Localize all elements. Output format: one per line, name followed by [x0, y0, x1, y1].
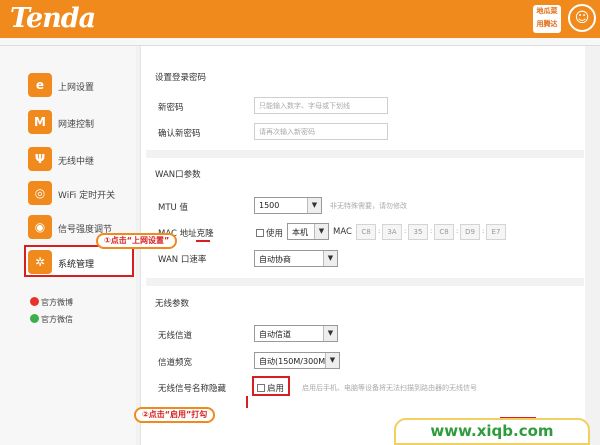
speed-icon: M [28, 110, 52, 134]
ie-icon: e [28, 73, 52, 97]
mac-separator: : [378, 227, 381, 235]
mac-octet-2[interactable]: 3A [382, 224, 402, 240]
signal-icon: ◉ [28, 215, 52, 239]
mac-clone-option[interactable]: 使用 [256, 227, 283, 239]
sidebar-item-label: 系统管理 [58, 260, 95, 270]
wan-rate-value: 自动协商 [259, 255, 291, 264]
sidebar-item-system-management[interactable]: ✲ 系统管理 [24, 245, 134, 277]
section-divider [146, 150, 584, 158]
mac-octet-1[interactable]: C8 [356, 224, 376, 240]
sidebar-item-label: 上网设置 [58, 83, 95, 93]
section-divider [146, 278, 584, 286]
social-label: 官方微博 [41, 298, 73, 307]
new-password-input[interactable]: 只能输入数字、字母或下划线 [254, 97, 388, 114]
top-header: Tenda 地瓜菜 用腾达 ☺ [0, 0, 600, 38]
chevron-down-icon: ▼ [314, 224, 328, 239]
sidebar-item-internet-settings[interactable]: e 上网设置 [28, 72, 128, 100]
mac-clone-checkbox[interactable] [256, 229, 264, 237]
wifi-timer-icon: ◎ [28, 181, 52, 205]
site-watermark: www.xiqb.com [394, 418, 590, 445]
hide-ssid-label: 无线信号名称隐藏 [158, 384, 227, 394]
sidebar-item-label: 网速控制 [58, 120, 95, 130]
hide-ssid-checkbox[interactable] [257, 384, 265, 392]
sidebar-item-wifi-timer[interactable]: ◎ WiFi 定时开关 [28, 180, 128, 208]
mac-separator: : [430, 227, 433, 235]
bandwidth-select[interactable]: 自动(150M/300M) ▼ [254, 352, 340, 369]
header-subbar [0, 38, 600, 46]
mtu-value: 1500 [259, 201, 280, 210]
mac-separator: : [404, 227, 407, 235]
annotation-step-1-line [196, 240, 210, 242]
mtu-hint: 非无特殊需要，请勿修改 [330, 202, 407, 210]
wan-section-title: WAN口参数 [155, 170, 201, 180]
antenna-icon: Ψ [28, 147, 52, 171]
mac-use-label: 使用 [266, 229, 284, 239]
bandwidth-value: 自动(150M/300M) [259, 357, 329, 366]
promo-badge[interactable]: 地瓜菜 用腾达 [533, 5, 561, 33]
weibo-icon [30, 297, 39, 306]
mac-prefix-label: MAC [333, 227, 352, 237]
channel-label: 无线信道 [158, 331, 193, 341]
emblem-icon[interactable]: ☺ [568, 4, 596, 32]
mac-octet-5[interactable]: D9 [460, 224, 480, 240]
chevron-down-icon: ▼ [323, 326, 337, 341]
wireless-section-title: 无线参数 [155, 299, 190, 309]
chevron-down-icon: ▼ [307, 198, 321, 213]
mac-octet-6[interactable]: E7 [486, 224, 506, 240]
bandwidth-label: 信道频宽 [158, 358, 193, 368]
chevron-down-icon: ▼ [325, 353, 339, 368]
confirm-password-input[interactable]: 请再次输入新密码 [254, 123, 388, 140]
annotation-step-2: ②点击“启用”打勾 [134, 407, 216, 423]
annotation-step-2-line [246, 396, 248, 408]
confirm-password-label: 确认新密码 [158, 129, 201, 139]
promo-line-1: 地瓜菜 [536, 7, 558, 15]
social-label: 官方微信 [41, 315, 73, 324]
mtu-input[interactable]: 1500 ▼ [254, 197, 322, 214]
channel-select[interactable]: 自动信道 ▼ [254, 325, 338, 342]
mac-separator: : [482, 227, 485, 235]
gear-icon: ✲ [28, 250, 52, 274]
hide-ssid-hint: 启用后手机、电脑等设备将无法扫描到路由器的无线信号 [302, 384, 477, 392]
mac-octet-3[interactable]: 35 [408, 224, 428, 240]
official-weibo-link[interactable]: 官方微博 [30, 297, 73, 308]
wan-rate-label: WAN 口速率 [158, 255, 207, 265]
sidebar-item-speed-control[interactable]: M 网速控制 [28, 109, 128, 137]
new-password-label: 新密码 [158, 103, 184, 113]
annotation-step-1: ①点击“上网设置” [96, 233, 178, 249]
official-wechat-link[interactable]: 官方微信 [30, 314, 73, 325]
mac-source-select[interactable]: 本机 ▼ [287, 223, 329, 240]
channel-value: 自动信道 [259, 330, 291, 339]
mac-separator: : [456, 227, 459, 235]
hide-ssid-option[interactable]: 启用 [257, 382, 284, 394]
mac-source-value: 本机 [292, 228, 308, 237]
wan-rate-select[interactable]: 自动协商 ▼ [254, 250, 338, 267]
chevron-down-icon: ▼ [323, 251, 337, 266]
login-password-section-title: 设置登录密码 [155, 73, 207, 83]
sidebar-item-wireless-repeater[interactable]: Ψ 无线中继 [28, 146, 128, 174]
wechat-icon [30, 314, 39, 323]
sidebar-item-label: WiFi 定时开关 [58, 191, 116, 201]
sidebar-item-label: 无线中继 [58, 157, 95, 167]
tenda-logo: Tenda [10, 3, 96, 34]
mtu-label: MTU 值 [158, 203, 188, 213]
mac-octet-4[interactable]: C8 [434, 224, 454, 240]
promo-line-2: 用腾达 [536, 20, 558, 28]
hide-ssid-checkbox-label: 启用 [267, 384, 285, 394]
